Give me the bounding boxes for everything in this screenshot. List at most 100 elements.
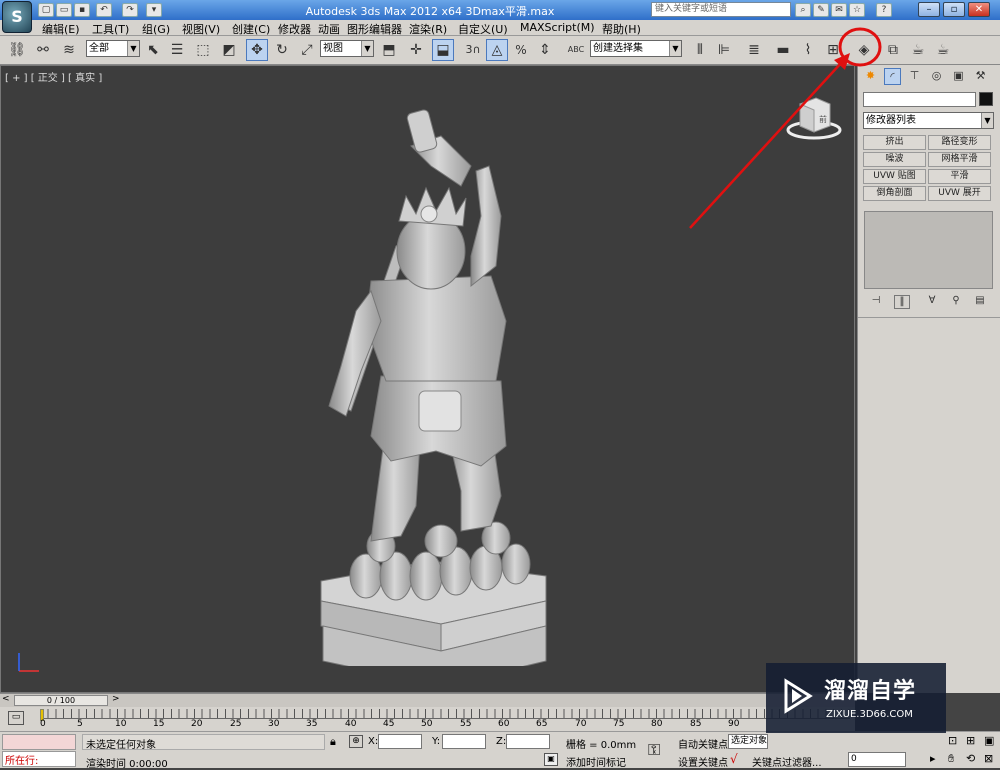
help-icon[interactable]: ? [876, 3, 892, 17]
viewcube-widget[interactable]: 前 [786, 94, 842, 140]
modifier-stack-list[interactable] [864, 211, 993, 289]
x-coordinate-field[interactable] [378, 734, 422, 749]
link-icon[interactable]: ⛓ [6, 39, 28, 61]
named-selection-set-dropdown[interactable]: 创建选择集 ▼ [590, 40, 682, 57]
angle-snap-icon[interactable]: ◬ [486, 39, 508, 61]
menu-edit[interactable]: 编辑(E) [42, 21, 80, 37]
select-object-icon[interactable]: ⬉ [142, 39, 164, 61]
rendered-frame-window-icon[interactable]: ☕ [907, 39, 929, 61]
create-tab-icon[interactable]: ✸ [862, 68, 879, 85]
statue-model[interactable] [311, 106, 561, 666]
scale-icon[interactable]: ⤢ [296, 39, 318, 61]
redo-icon[interactable]: ↷ [122, 3, 138, 17]
pan-hand-icon[interactable]: ✋︎ [948, 752, 954, 766]
track-bar[interactable]: ▭ 0 5 10 15 20 25 30 35 40 45 50 55 60 6… [0, 707, 855, 731]
move-icon[interactable]: ✥ [246, 39, 268, 61]
key-icon[interactable]: ⚿ [648, 740, 660, 760]
search-input[interactable]: 键入关键字或短语 [651, 2, 791, 17]
mirror-icon[interactable]: ⫴ [689, 39, 711, 61]
orbit-icon[interactable]: ⟲ [966, 752, 975, 765]
maximize-toggle-icon[interactable]: ⊠ [984, 752, 993, 765]
viewport-label[interactable]: [ + ] [ 正交 ] [ 真实 ] [5, 69, 102, 84]
binoculars-icon[interactable]: ⌕ [795, 3, 811, 17]
modifier-extrude-button[interactable]: 挤出 [863, 135, 926, 150]
save-icon[interactable]: ▪ [74, 3, 90, 17]
modifier-meshsmooth-button[interactable]: 网格平滑 [928, 152, 991, 167]
hierarchy-tab-icon[interactable]: ⊤ [906, 68, 923, 85]
modifier-bevelprofile-button[interactable]: 倒角剖面 [863, 186, 926, 201]
edit-named-selection-icon[interactable]: ABC [565, 39, 587, 61]
show-end-result-icon[interactable]: ‖ [894, 295, 910, 309]
curve-editor-icon[interactable]: ⌇ [797, 39, 819, 61]
maxscript-listener-field[interactable] [2, 734, 76, 750]
field-of-view-icon[interactable]: ▸ [930, 752, 936, 765]
trackbar-ruler[interactable] [40, 709, 850, 719]
render-setup-icon[interactable]: ⧉ [882, 39, 904, 61]
modifier-smooth-button[interactable]: 平滑 [928, 169, 991, 184]
zoom-extents-icon[interactable]: ⊡ [948, 734, 957, 747]
object-color-swatch[interactable] [979, 92, 993, 106]
select-manipulate-icon[interactable]: ✛ [405, 39, 427, 61]
undo-icon[interactable]: ↶ [96, 3, 112, 17]
key-filters-button[interactable]: 关键点过滤器... [752, 754, 822, 769]
schematic-view-icon[interactable]: ⊞ [822, 39, 844, 61]
reference-coordinate-dropdown[interactable]: 视图 ▼ [320, 40, 374, 57]
rect-selection-icon[interactable]: ⬚ [192, 39, 214, 61]
keyboard-shortcut-override-icon[interactable]: ⬓ [432, 39, 454, 61]
menu-help[interactable]: 帮助(H) [602, 21, 641, 37]
percent-snap-icon[interactable]: % [510, 39, 532, 61]
remove-modifier-icon[interactable]: ⚲ [948, 295, 964, 309]
material-editor-icon[interactable]: ◈ [853, 39, 875, 61]
tools-icon[interactable]: ✎ [813, 3, 829, 17]
motion-tab-icon[interactable]: ◎ [928, 68, 945, 85]
quick-access-dropdown-icon[interactable]: ▾ [146, 3, 162, 17]
star-icon[interactable]: ☆ [849, 3, 865, 17]
curve-editor-mini-icon[interactable]: ▭ [8, 711, 24, 725]
add-time-tag-button[interactable]: 添加时间标记 [566, 754, 626, 769]
time-next-icon[interactable]: > [112, 694, 120, 704]
menu-customize[interactable]: 自定义(U) [458, 21, 508, 37]
object-name-field[interactable] [863, 92, 976, 107]
utilities-tab-icon[interactable]: ⚒ [972, 68, 989, 85]
window-crossing-icon[interactable]: ◩ [218, 39, 240, 61]
modifier-uvwmap-button[interactable]: UVW 贴图 [863, 169, 926, 184]
rotate-icon[interactable]: ↻ [271, 39, 293, 61]
align-icon[interactable]: ⊫ [713, 39, 735, 61]
close-button[interactable]: ✕ [968, 2, 990, 17]
key-curve-icon[interactable]: √ [730, 752, 738, 766]
menu-maxscript[interactable]: MAXScript(M) [520, 21, 595, 34]
menu-modifiers[interactable]: 修改器 [278, 21, 311, 37]
menu-create[interactable]: 创建(C) [232, 21, 270, 37]
open-file-icon[interactable]: ▭ [56, 3, 72, 17]
maxscript-mini-line[interactable]: 所在行: [2, 751, 76, 767]
render-production-icon[interactable]: ☕ [932, 39, 954, 61]
menu-graph-editors[interactable]: 图形编辑器 [347, 21, 402, 37]
time-prev-icon[interactable]: < [2, 694, 10, 704]
time-slider-handle[interactable]: 0 / 100 [14, 695, 108, 706]
menu-rendering[interactable]: 渲染(R) [409, 21, 447, 37]
unlink-icon[interactable]: ⚯ [32, 39, 54, 61]
menu-tools[interactable]: 工具(T) [92, 21, 129, 37]
maximize-viewport-icon[interactable]: ▣ [984, 734, 994, 747]
frame-number-field[interactable]: 0 [848, 752, 906, 767]
add-time-tag-icon[interactable]: ▣ [544, 753, 558, 766]
z-coordinate-field[interactable] [506, 734, 550, 749]
zoom-region-icon[interactable]: ⊞ [966, 734, 975, 747]
restore-button[interactable]: ▫ [943, 2, 965, 17]
select-by-name-icon[interactable]: ☰ [166, 39, 188, 61]
y-coordinate-field[interactable] [442, 734, 486, 749]
communication-icon[interactable]: ✉ [831, 3, 847, 17]
menu-animation[interactable]: 动画 [318, 21, 340, 37]
graphite-tools-icon[interactable]: ▬ [772, 39, 794, 61]
modifier-noise-button[interactable]: 噪波 [863, 152, 926, 167]
absolute-mode-icon[interactable]: ⊕ [349, 735, 363, 748]
make-unique-icon[interactable]: ∀ [924, 295, 940, 309]
pin-stack-icon[interactable]: ⊣ [868, 295, 884, 309]
modifier-unwrapuvw-button[interactable]: UVW 展开 [928, 186, 991, 201]
lock-selection-icon[interactable]: 🔒︎ [330, 735, 336, 749]
pivot-center-icon[interactable]: ⬒ [378, 39, 400, 61]
time-slider[interactable]: < 0 / 100 > [0, 693, 855, 707]
bind-space-warp-icon[interactable]: ≋ [58, 39, 80, 61]
auto-key-button[interactable]: 自动关键点 [678, 736, 728, 751]
new-file-icon[interactable]: ▢ [38, 3, 54, 17]
